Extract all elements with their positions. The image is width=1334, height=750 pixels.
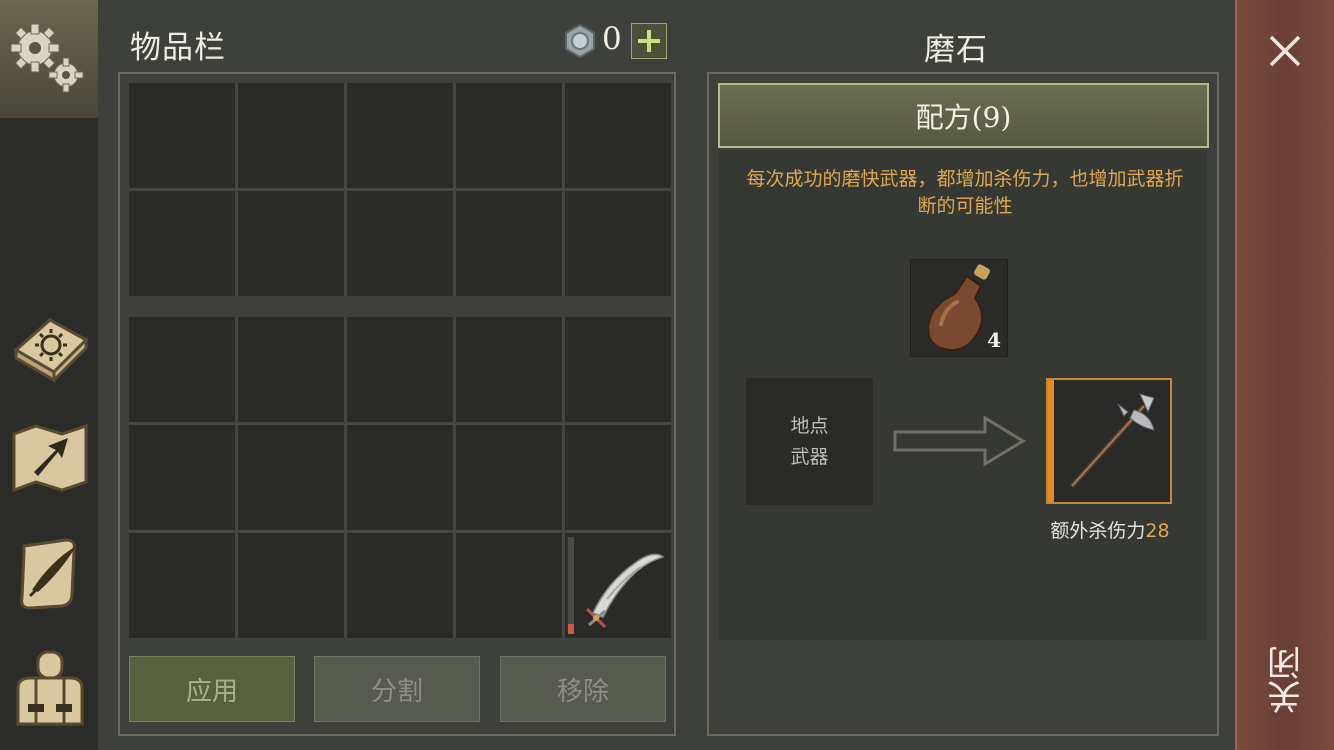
inventory-slot[interactable] xyxy=(129,317,235,422)
recipe-tab[interactable]: 配方(9) xyxy=(718,83,1209,148)
inventory-grid-bottom xyxy=(129,317,671,638)
settings-button[interactable] xyxy=(0,0,98,118)
inventory-slot[interactable] xyxy=(347,83,453,188)
durability-bar xyxy=(568,537,574,634)
location-weapon-slot[interactable]: 地点 武器 xyxy=(746,378,873,505)
inventory-slot[interactable] xyxy=(238,83,344,188)
inventory-slot[interactable] xyxy=(456,317,562,422)
bonus-damage-value: 28 xyxy=(1145,520,1170,542)
sidebar-item-journal[interactable] xyxy=(8,530,92,614)
bonus-damage: 额外杀伤力28 xyxy=(1040,516,1180,543)
backpack-icon xyxy=(16,650,84,726)
inventory-slot[interactable] xyxy=(238,533,344,638)
inventory-slot[interactable] xyxy=(565,425,671,530)
map-arrow-icon xyxy=(12,423,88,493)
inventory-slot[interactable] xyxy=(129,191,235,296)
inventory-slot[interactable] xyxy=(347,425,453,530)
inventory-slot-weapon[interactable] xyxy=(565,533,671,638)
sidebar-item-character[interactable] xyxy=(8,646,92,730)
close-button-label[interactable]: 关闭 xyxy=(1262,640,1312,720)
inventory-slot[interactable] xyxy=(129,83,235,188)
silver-coin-icon xyxy=(565,24,595,58)
remove-button[interactable]: 移除 xyxy=(500,656,666,722)
inventory-slot[interactable] xyxy=(129,533,235,638)
settings-gears-icon xyxy=(10,23,84,93)
arrow-right-icon xyxy=(893,415,1026,467)
ingredient-slot[interactable]: 4 xyxy=(910,259,1008,357)
close-panel[interactable] xyxy=(1235,0,1334,750)
ingredient-count: 4 xyxy=(987,328,1001,352)
sidebar-item-skills[interactable] xyxy=(8,300,92,384)
inventory-slot[interactable] xyxy=(565,317,671,422)
add-currency-button[interactable] xyxy=(631,23,667,59)
recipe-title: 磨石 xyxy=(924,32,988,68)
location-label: 地点 xyxy=(790,414,829,437)
inventory-slot[interactable] xyxy=(238,317,344,422)
inventory-slot[interactable] xyxy=(565,191,671,296)
split-button[interactable]: 分割 xyxy=(314,656,480,722)
currency-value: 0 xyxy=(602,21,622,57)
inventory-slot[interactable] xyxy=(347,533,453,638)
plus-icon xyxy=(638,30,660,52)
inventory-slot[interactable] xyxy=(238,191,344,296)
inventory-slot[interactable] xyxy=(347,191,453,296)
apply-button[interactable]: 应用 xyxy=(129,656,295,722)
sun-book-icon xyxy=(13,318,89,382)
bonus-damage-label: 额外杀伤力 xyxy=(1050,520,1146,542)
inventory-title: 物品栏 xyxy=(130,30,226,66)
inventory-slot[interactable] xyxy=(565,83,671,188)
inventory-slot[interactable] xyxy=(456,425,562,530)
scimitar-icon xyxy=(585,553,665,629)
inventory-slot[interactable] xyxy=(456,191,562,296)
location-weapon-label: 武器 xyxy=(790,445,829,468)
inventory-slot[interactable] xyxy=(129,425,235,530)
sidebar-item-map[interactable] xyxy=(8,414,92,498)
recipe-description: 每次成功的磨快武器，都增加杀伤力，也增加武器折断的可能性 xyxy=(746,168,1184,217)
inventory-grid-top xyxy=(129,83,671,296)
result-slot[interactable] xyxy=(1046,378,1172,504)
halberd-icon xyxy=(1070,393,1155,488)
close-icon[interactable] xyxy=(1267,33,1303,69)
result-highlight-bar xyxy=(1048,380,1054,502)
inventory-slot[interactable] xyxy=(347,317,453,422)
inventory-slot[interactable] xyxy=(238,425,344,530)
quill-scroll-icon xyxy=(20,538,76,610)
inventory-slot[interactable] xyxy=(456,533,562,638)
inventory-slot[interactable] xyxy=(456,83,562,188)
